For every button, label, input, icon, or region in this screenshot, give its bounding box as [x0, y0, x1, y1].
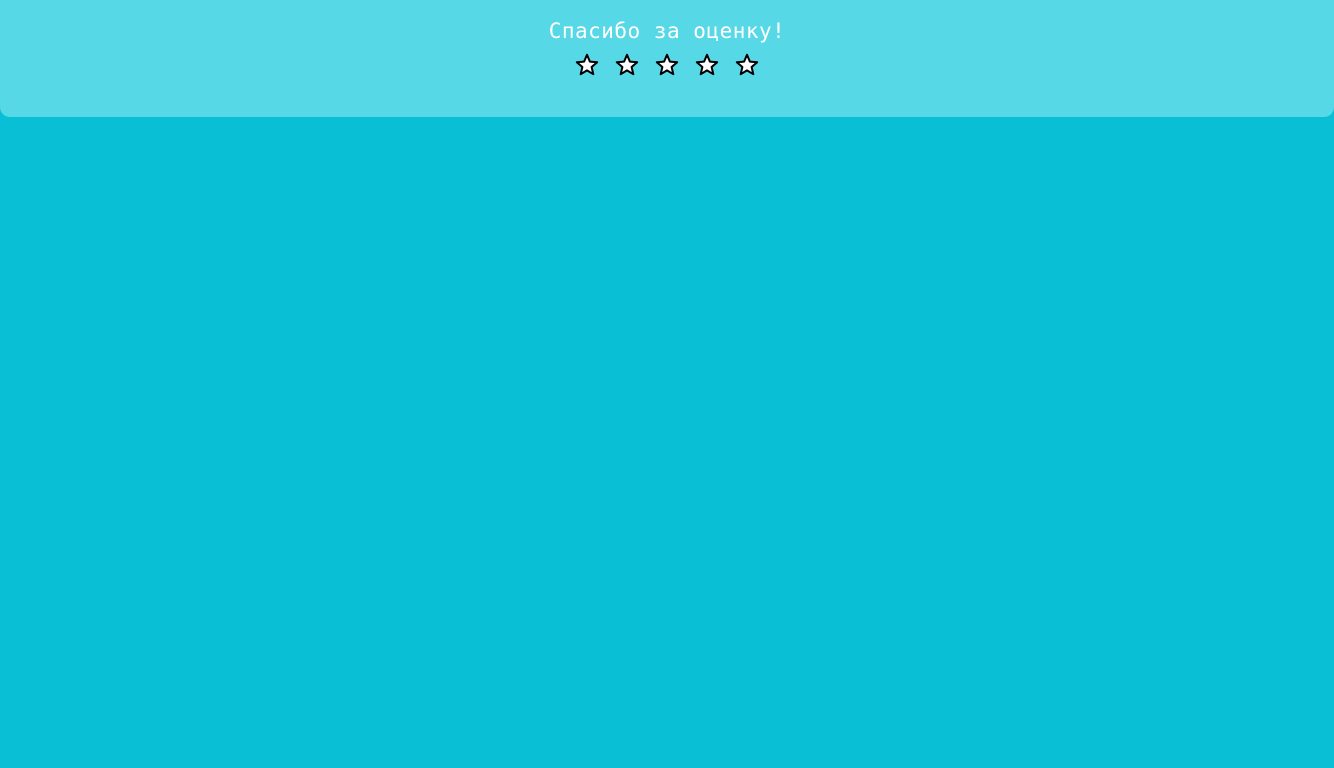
star-5-icon[interactable] [735, 53, 759, 77]
star-rating [0, 53, 1334, 81]
star-2-icon[interactable] [615, 53, 639, 77]
rating-banner: Спасибо за оценку! [0, 0, 1334, 117]
star-4-icon[interactable] [695, 53, 719, 77]
rating-title: Спасибо за оценку! [548, 19, 786, 43]
star-3-icon[interactable] [655, 53, 679, 77]
main-area [0, 117, 1334, 768]
star-1-icon[interactable] [575, 53, 599, 77]
